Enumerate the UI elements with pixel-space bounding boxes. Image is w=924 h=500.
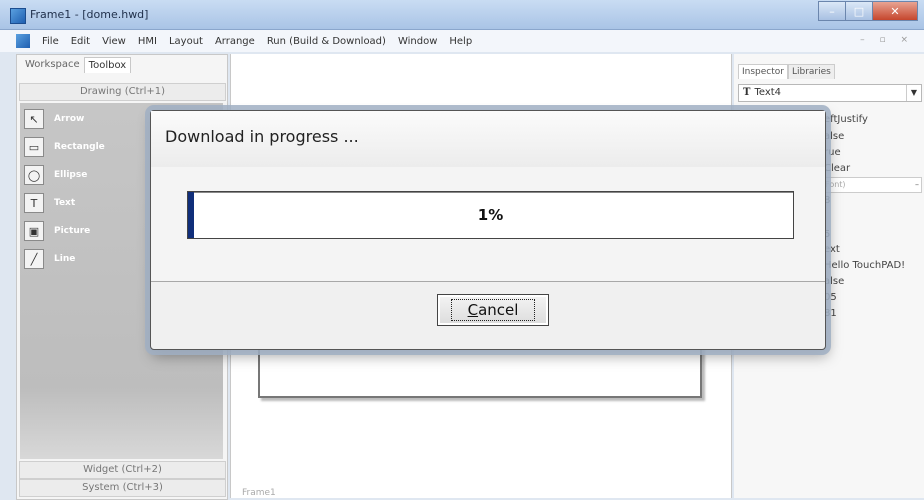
section-drawing[interactable]: Drawing (Ctrl+1) <box>19 83 226 101</box>
download-progress-dialog: Download in progress ... 1% Cancel <box>150 110 826 350</box>
progress-percent-label: 1% <box>477 206 504 224</box>
prop-font-field[interactable]: Font) – <box>824 177 922 193</box>
menu-edit[interactable]: Edit <box>65 36 96 47</box>
inspector-tabs: Inspector Libraries <box>738 64 835 79</box>
tool-label: Ellipse <box>54 170 88 180</box>
tool-rectangle[interactable]: ▭ Rectangle <box>24 137 105 157</box>
frame-tab-label[interactable]: Frame1 <box>242 488 276 498</box>
prop-value: Font) <box>825 180 846 189</box>
minimize-button[interactable]: – <box>818 1 845 21</box>
menu-file[interactable]: File <box>36 36 65 47</box>
tool-label: Line <box>54 254 76 264</box>
prop-value[interactable]: Clear <box>824 163 850 174</box>
arrow-icon: ↖ <box>24 109 44 129</box>
menu-view[interactable]: View <box>96 36 132 47</box>
document-icon[interactable] <box>16 34 30 48</box>
ellipsis-icon[interactable]: – <box>915 178 919 192</box>
menu-layout[interactable]: Layout <box>163 36 209 47</box>
maximize-button[interactable]: □ <box>845 1 872 21</box>
cancel-mnemonic: C <box>467 301 479 319</box>
tool-label: Picture <box>54 226 91 236</box>
window-title: Frame1 - [dome.hwd] <box>30 8 149 21</box>
app-icon <box>10 8 26 24</box>
text-icon: T <box>24 193 44 213</box>
cancel-button[interactable]: Cancel <box>437 294 549 326</box>
prop-value[interactable]: Hello TouchPAD! <box>824 260 905 271</box>
rectangle-icon: ▭ <box>24 137 44 157</box>
menu-bar: File Edit View HMI Layout Arrange Run (B… <box>0 30 924 52</box>
close-button[interactable]: ✕ <box>872 1 918 21</box>
tab-libraries[interactable]: Libraries <box>787 64 835 79</box>
tool-label: Arrow <box>54 114 85 124</box>
title-bar: Frame1 - [dome.hwd] – □ ✕ <box>0 0 924 30</box>
tool-label: Rectangle <box>54 142 105 152</box>
prop-value[interactable]: alse <box>824 276 844 287</box>
tool-label: Text <box>54 198 76 208</box>
tab-toolbox[interactable]: Toolbox <box>83 57 132 73</box>
line-icon: ╱ <box>24 249 44 269</box>
text-object-icon: T <box>743 87 751 98</box>
tool-picture[interactable]: ▣ Picture <box>24 221 90 241</box>
chevron-down-icon[interactable]: ▼ <box>906 85 921 101</box>
progress-area: 1% <box>151 167 825 282</box>
tool-text[interactable]: T Text <box>24 193 75 213</box>
section-widget[interactable]: Widget (Ctrl+2) <box>19 461 226 479</box>
window-controls: – □ ✕ <box>818 1 918 21</box>
object-selector[interactable]: T Text4 ▼ <box>738 84 922 102</box>
mdi-controls[interactable]: – ▫ × <box>860 35 914 45</box>
menu-run[interactable]: Run (Build & Download) <box>261 36 392 47</box>
ellipse-icon: ◯ <box>24 165 44 185</box>
cancel-button-label: Cancel <box>450 299 536 321</box>
cancel-label-rest: ancel <box>478 301 519 319</box>
tool-arrow[interactable]: ↖ Arrow <box>24 109 84 129</box>
tab-workspace[interactable]: Workspace <box>21 57 84 73</box>
menu-window[interactable]: Window <box>392 36 443 47</box>
panel-tabs: Workspace Toolbox <box>21 57 132 73</box>
dialog-header: Download in progress ... <box>151 111 825 168</box>
tool-ellipse[interactable]: ◯ Ellipse <box>24 165 87 185</box>
prop-value[interactable]: rue <box>824 147 841 158</box>
menu-help[interactable]: Help <box>443 36 478 47</box>
progress-bar: 1% <box>187 191 794 239</box>
prop-value[interactable]: eftJustify <box>824 114 868 125</box>
menu-arrange[interactable]: Arrange <box>209 36 261 47</box>
picture-icon: ▣ <box>24 221 44 241</box>
prop-value[interactable]: ext <box>824 244 840 255</box>
prop-value[interactable]: alse <box>824 131 844 142</box>
tab-inspector[interactable]: Inspector <box>738 64 788 79</box>
menu-hmi[interactable]: HMI <box>132 36 163 47</box>
tool-line[interactable]: ╱ Line <box>24 249 75 269</box>
section-system[interactable]: System (Ctrl+3) <box>19 479 226 497</box>
selected-object-name: Text4 <box>754 87 782 98</box>
dialog-title: Download in progress ... <box>165 127 359 146</box>
